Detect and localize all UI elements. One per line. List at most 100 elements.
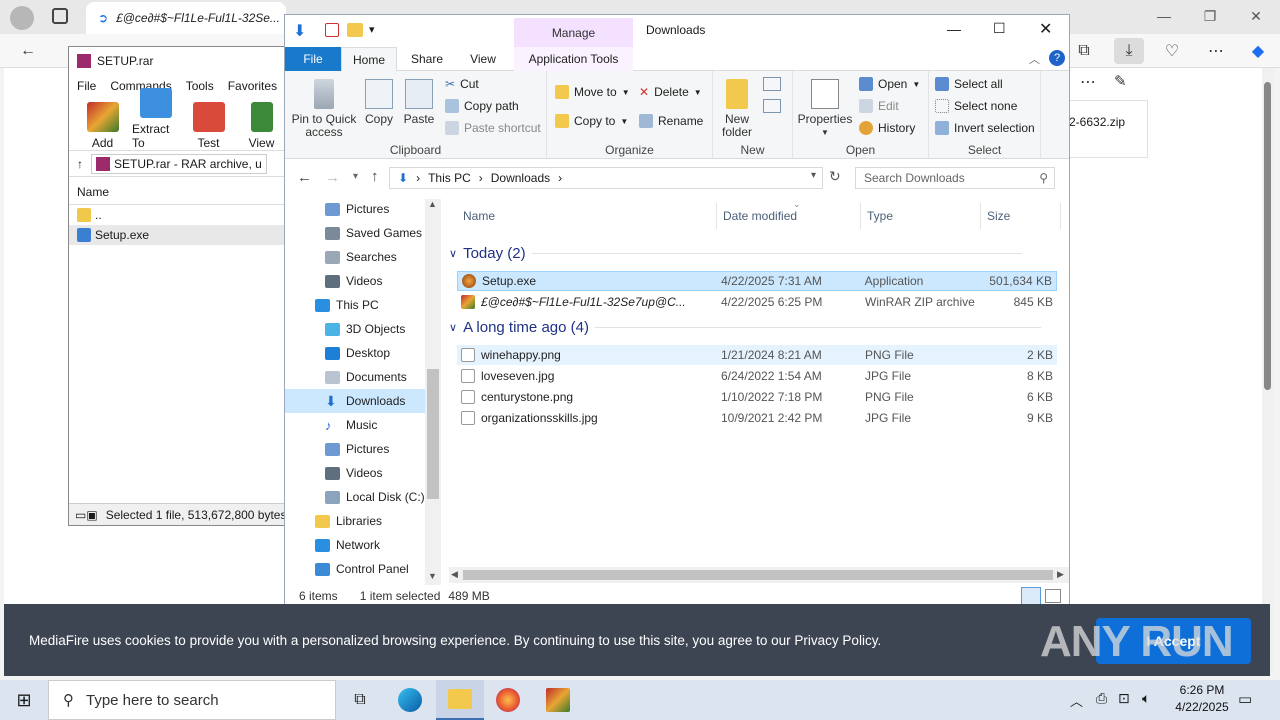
nav-item-3d-objects[interactable]: 3D Objects [285, 317, 425, 341]
menu-file[interactable]: File [77, 79, 96, 93]
edge-taskbar-button[interactable] [386, 680, 434, 720]
notifications-icon[interactable]: ▭ [1238, 690, 1252, 708]
group-header-today[interactable]: ∨ Today (2) [449, 245, 1022, 262]
nav-item-control-panel[interactable]: Control Panel [285, 557, 425, 581]
pin-icon[interactable]: ✎ [1114, 72, 1127, 90]
network-icon[interactable]: ⊡ [1118, 690, 1130, 707]
taskbar-clock[interactable]: 6:26 PM 4/22/2025 [1160, 682, 1244, 718]
column-name[interactable]: Name [457, 203, 717, 229]
more-icon[interactable]: ⋯ [1202, 40, 1230, 62]
nav-item-pictures[interactable]: Pictures [285, 197, 425, 221]
nav-item-this-pc[interactable]: This PC [285, 293, 425, 317]
file-row[interactable]: centurystone.png 1/10/2022 7:18 PM PNG F… [457, 387, 1057, 407]
taskbar-search[interactable]: ⚲ Type here to search [48, 680, 336, 720]
file-row[interactable]: winehappy.png 1/21/2024 8:21 AM PNG File… [457, 345, 1057, 365]
archive-path-field[interactable]: SETUP.rar - RAR archive, u [91, 153, 267, 174]
help-icon[interactable]: ? [1049, 50, 1065, 66]
file-explorer-taskbar-button[interactable] [436, 680, 484, 720]
nav-item-pictures-pc[interactable]: Pictures [285, 437, 425, 461]
file-row[interactable]: Setup.exe 4/22/2025 7:31 AM Application … [457, 271, 1057, 291]
add-button[interactable]: Add [79, 102, 126, 150]
new-folder-qa-icon[interactable] [347, 23, 363, 37]
nav-scroll-thumb[interactable] [427, 369, 439, 499]
copy-path-button[interactable]: Copy path [445, 99, 519, 113]
nav-item-libraries[interactable]: Libraries [285, 509, 425, 533]
tab-home[interactable]: Home [341, 47, 397, 71]
open-button[interactable]: Open ▼ [859, 77, 920, 91]
horizontal-scrollbar[interactable]: ◀ ▶ [449, 567, 1069, 583]
volume-icon[interactable]: 🔈︎ [1142, 690, 1150, 707]
nav-item-local-disk[interactable]: Local Disk (C:) [285, 485, 425, 509]
properties-button[interactable]: Properties ▼ [797, 79, 853, 139]
file-row[interactable]: £@ce∂#$~Fl1Le-Ful1L-32Se7up@C... 4/22/20… [457, 292, 1057, 312]
more-options-icon[interactable]: ⋯ [1080, 72, 1096, 92]
list-item[interactable]: Setup.exe [69, 225, 285, 245]
tab-actions-icon[interactable] [52, 8, 68, 24]
copy-to-button[interactable]: Copy to ▼ [555, 114, 628, 128]
address-field[interactable]: ⬇ › This PC › Downloads › [389, 167, 823, 189]
collections-icon[interactable]: ⧉ [1070, 40, 1098, 62]
close-icon[interactable]: ✕ [1244, 6, 1268, 26]
nav-item-videos-pc[interactable]: Videos [285, 461, 425, 485]
customize-qa-icon[interactable]: ▾ [369, 23, 375, 36]
close-icon[interactable]: ✕ [1039, 19, 1052, 39]
test-button[interactable]: Test [185, 102, 232, 150]
forward-arrow-icon[interactable]: → [325, 169, 340, 186]
nav-item-documents[interactable]: Documents [285, 365, 425, 389]
tab-application-tools[interactable]: Application Tools [514, 47, 633, 71]
firefox-taskbar-button[interactable] [484, 680, 532, 720]
nav-item-downloads[interactable]: ⬇ Downloads [285, 389, 425, 413]
extract-to-button[interactable]: Extract To [132, 88, 179, 150]
up-arrow-icon[interactable]: ↑ [77, 157, 83, 171]
column-type[interactable]: Type [861, 203, 981, 229]
recent-locations-icon[interactable]: ▾ [353, 171, 358, 182]
start-button[interactable]: ⊞ [0, 680, 48, 720]
address-dropdown-icon[interactable]: ▾ [811, 170, 816, 181]
winrar-taskbar-button[interactable] [534, 680, 582, 720]
rename-button[interactable]: Rename [639, 114, 703, 128]
paste-shortcut-button[interactable]: Paste shortcut [445, 121, 541, 135]
task-view-button[interactable]: ⧉ [336, 680, 384, 720]
nav-scrollbar[interactable]: ▲ ▼ [425, 199, 441, 585]
breadcrumb-this-pc[interactable]: This PC [428, 171, 471, 185]
invert-selection-button[interactable]: Invert selection [935, 121, 1035, 135]
tab-file[interactable]: File [285, 47, 341, 71]
downloads-icon[interactable]: ⤓ [1114, 38, 1144, 64]
list-item[interactable]: .. [69, 205, 285, 225]
menu-tools[interactable]: Tools [186, 79, 214, 93]
h-scroll-thumb[interactable] [463, 570, 1053, 580]
column-name[interactable]: Name [69, 177, 285, 205]
edit-button[interactable]: Edit [859, 99, 899, 113]
nav-item-desktop[interactable]: Desktop [285, 341, 425, 365]
file-row[interactable]: loveseven.jpg 6/24/2022 1:54 AM JPG File… [457, 366, 1057, 386]
properties-qa-icon[interactable] [325, 23, 339, 37]
delete-button[interactable]: ✕ Delete ▼ [639, 85, 702, 99]
cut-button[interactable]: ✂ Cut [445, 77, 479, 91]
meet-now-icon[interactable]: ⎙ [1096, 690, 1107, 707]
show-hidden-icons-icon[interactable]: ︿ [1070, 691, 1083, 710]
nav-item-searches[interactable]: Searches [285, 245, 425, 269]
nav-item-videos[interactable]: Videos [285, 269, 425, 293]
back-arrow-icon[interactable]: ← [14, 40, 42, 62]
tab-share[interactable]: Share [399, 47, 455, 71]
new-item-icon[interactable] [763, 77, 781, 91]
new-folder-button[interactable]: New folder [715, 79, 759, 139]
quick-access-down-icon[interactable]: ⬇ [293, 21, 306, 41]
browser-tab[interactable]: ➲ £@ce∂#$~Fl1Le-Ful1L-32Se... [86, 2, 286, 34]
scroll-up-icon[interactable]: ▲ [428, 199, 437, 209]
view-button[interactable]: View [238, 102, 285, 150]
group-header-long-ago[interactable]: ∨ A long time ago (4) [449, 319, 1041, 336]
large-icons-view-icon[interactable] [1045, 589, 1061, 603]
maximize-icon[interactable]: ☐ [993, 20, 1006, 37]
back-arrow-icon[interactable]: ← [297, 169, 312, 186]
ribbon-collapse-icon[interactable]: ︿ [1029, 51, 1040, 67]
pin-quick-access-button[interactable]: Pin to Quick access [289, 79, 359, 139]
nav-item-music[interactable]: ♪ Music [285, 413, 425, 437]
minimize-icon[interactable]: — [947, 21, 961, 37]
scroll-right-icon[interactable]: ▶ [1057, 569, 1064, 580]
search-input[interactable]: Search Downloads ⚲ [855, 167, 1055, 189]
file-row[interactable]: organizationsskills.jpg 10/9/2021 2:42 P… [457, 408, 1057, 428]
move-to-button[interactable]: Move to ▼ [555, 85, 630, 99]
nav-item-network[interactable]: Network [285, 533, 425, 557]
scroll-left-icon[interactable]: ◀ [451, 569, 458, 580]
